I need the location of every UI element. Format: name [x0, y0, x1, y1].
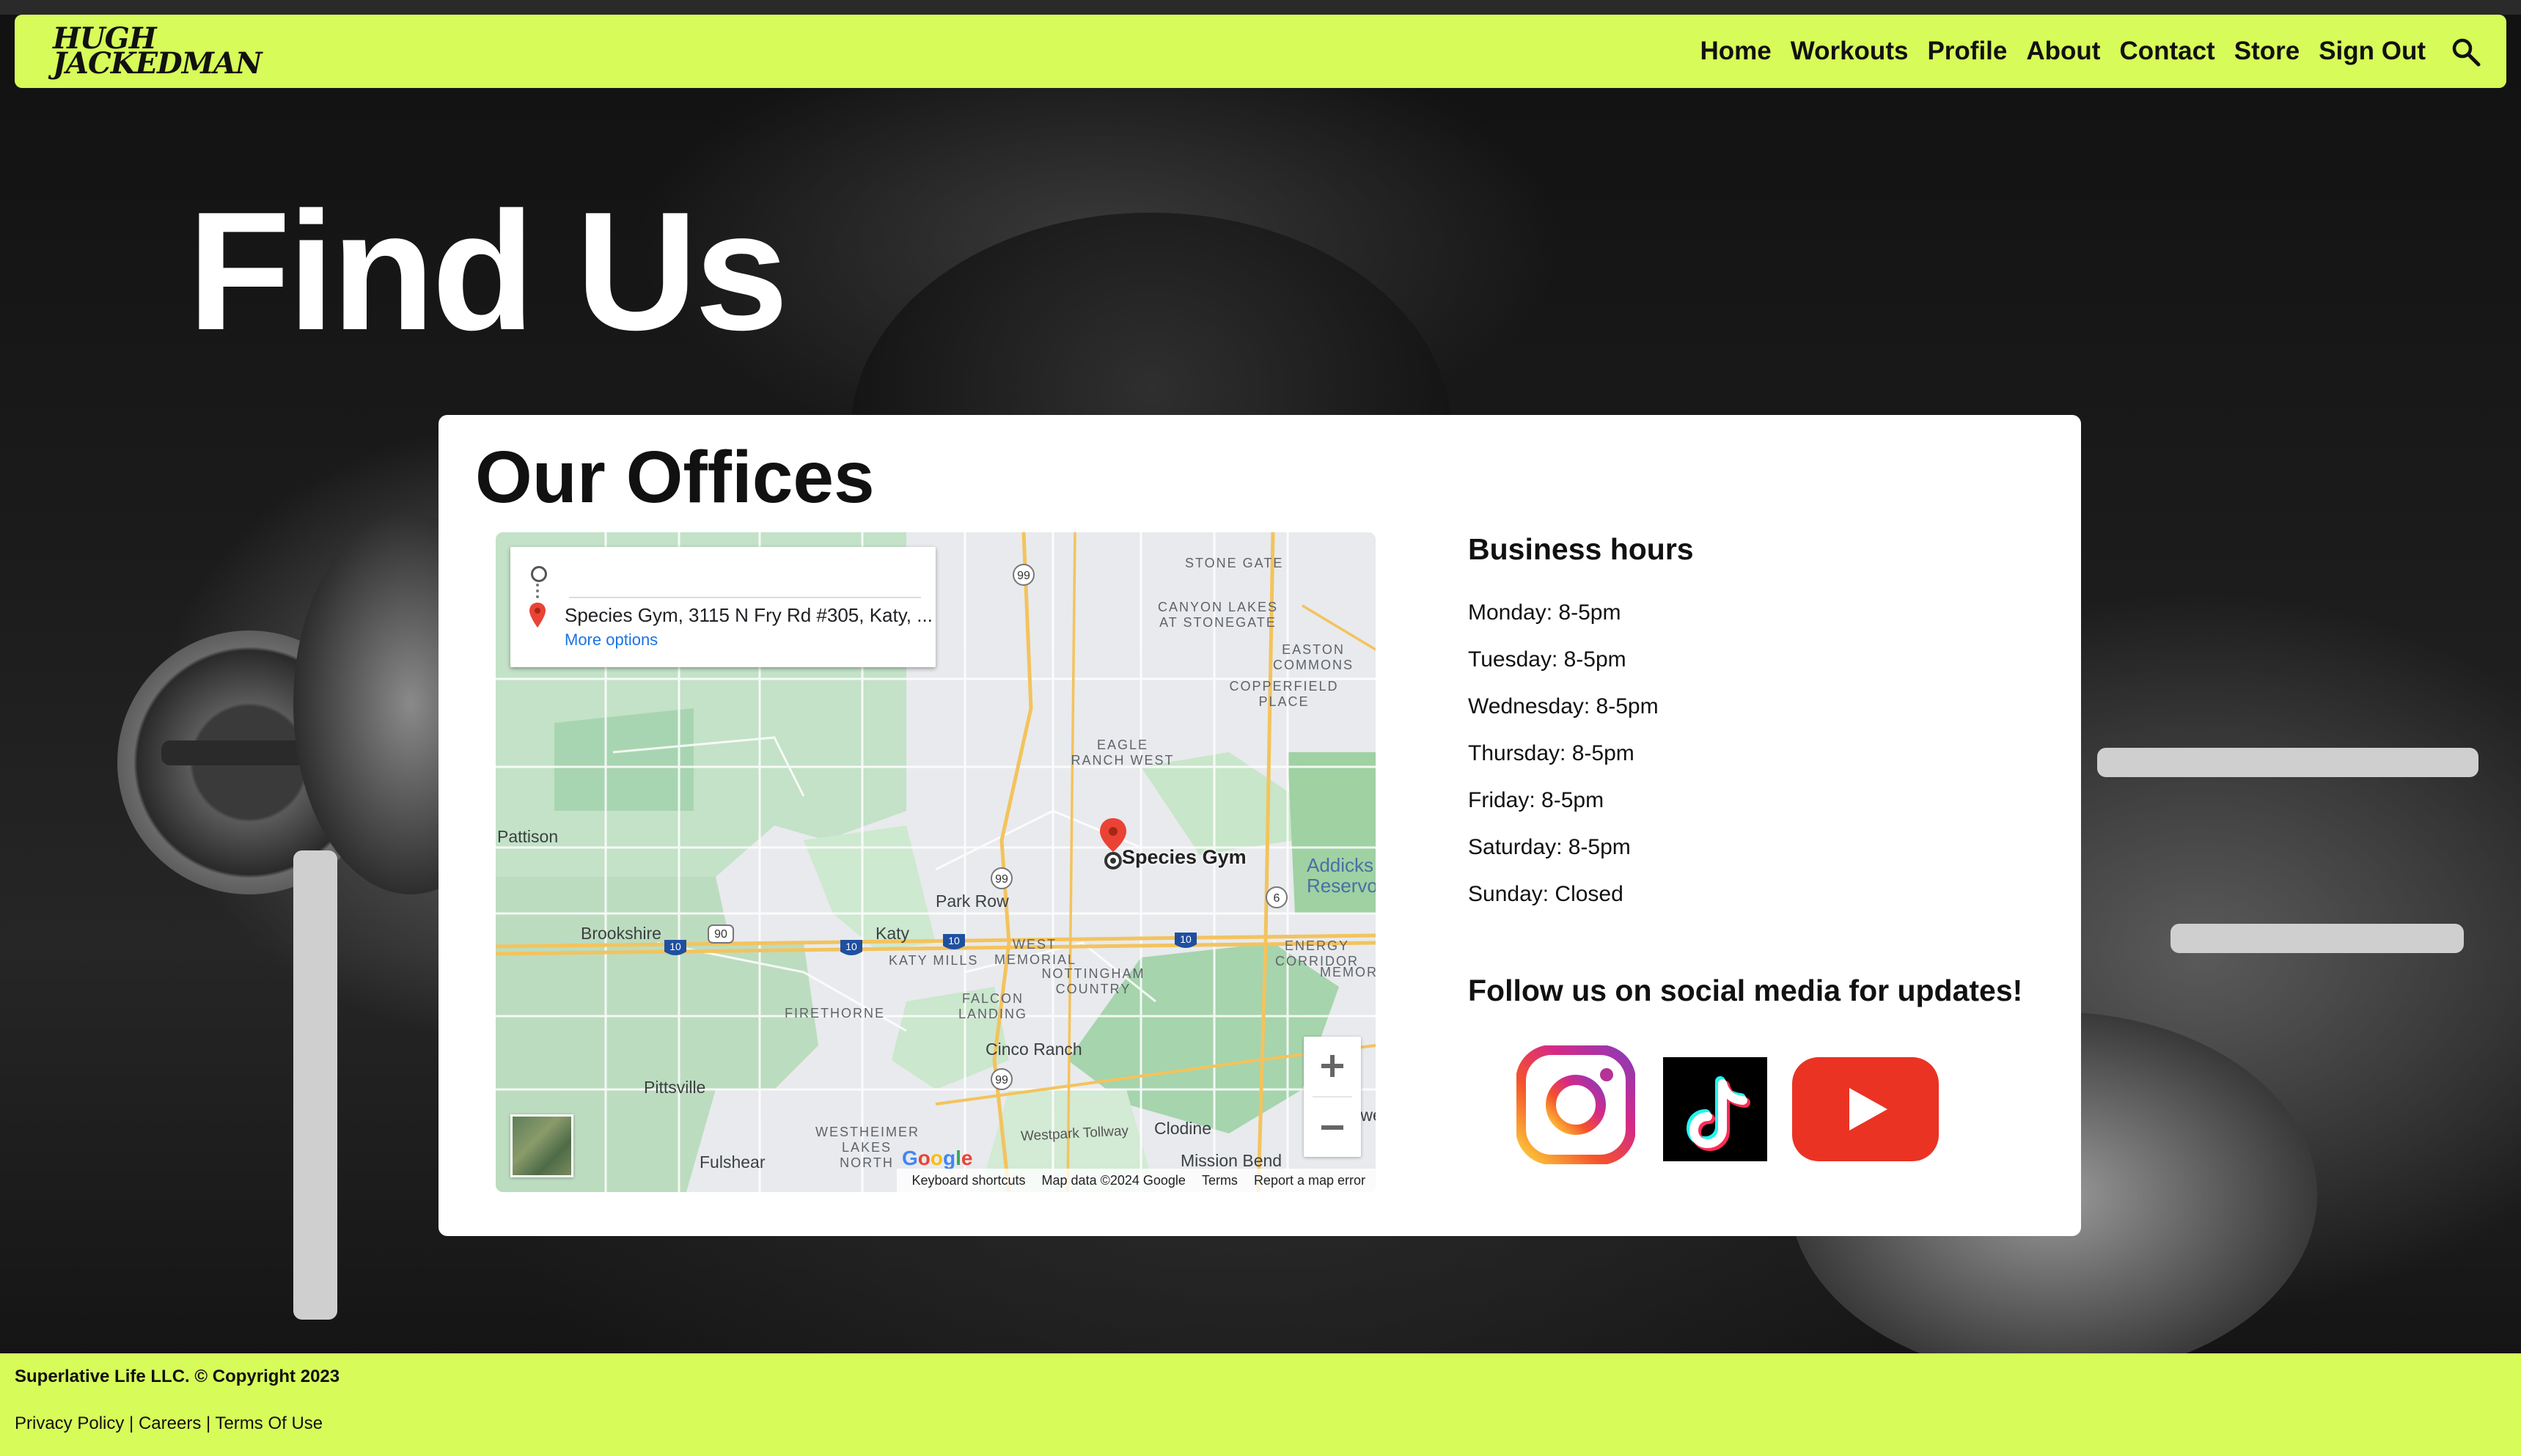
nav-link-home[interactable]: Home	[1700, 37, 1771, 66]
map-label-canyon-lakes: CANYON LAKES AT STONEGATE	[1157, 600, 1279, 630]
map-label-katy: Katy	[876, 924, 910, 943]
offices-card: Our Offices 99 90 10 10 10 10 6 99 99 ST…	[438, 415, 2081, 1236]
svg-text:99: 99	[995, 873, 1008, 886]
svg-text:90: 90	[714, 928, 727, 941]
map-label-copperfield: COPPERFIELD PLACE	[1229, 679, 1339, 709]
svg-text:99: 99	[995, 1074, 1008, 1087]
nav-link-sign-out[interactable]: Sign Out	[2319, 37, 2426, 66]
svg-text:10: 10	[669, 941, 681, 952]
svg-text:10: 10	[845, 941, 857, 952]
top-edge	[0, 0, 2521, 15]
zoom-out-button[interactable]	[1304, 1098, 1361, 1157]
hours-sunday: Sunday: Closed	[1468, 882, 1623, 906]
background-rack-bar-2	[2170, 924, 2464, 953]
nav-link-workouts[interactable]: Workouts	[1791, 37, 1909, 66]
destination-pin-icon	[529, 603, 546, 628]
svg-text:10: 10	[948, 935, 960, 946]
nav-links: Home Workouts Profile About Contact Stor…	[1700, 15, 2426, 88]
instagram-icon[interactable]	[1516, 1045, 1635, 1164]
report-map-error-link[interactable]: Report a map error	[1254, 1173, 1365, 1188]
map-label-katy-mills: KATY MILLS	[889, 953, 979, 968]
logo-line-2: JACKEDMAN	[53, 46, 263, 81]
route-dots-icon	[536, 584, 539, 598]
search-icon[interactable]	[2451, 37, 2481, 67]
footer-separator: |	[201, 1413, 216, 1433]
tiktok-icon[interactable]	[1663, 1057, 1767, 1161]
map-label-pittsville: Pittsville	[644, 1078, 706, 1097]
map-label-pattison: Pattison	[497, 827, 559, 846]
social-title: Follow us on social media for updates!	[1468, 974, 2023, 1007]
business-hours-list: Monday: 8-5pm Tuesday: 8-5pm Wednesday: …	[1468, 600, 1659, 928]
business-hours-title: Business hours	[1468, 532, 1694, 566]
privacy-policy-link[interactable]: Privacy Policy	[15, 1413, 124, 1433]
background-rack-bar-1	[2097, 748, 2478, 777]
map-label-addicks: Addicks Reservoi	[1307, 854, 1376, 897]
map-data-text: Map data ©2024 Google	[1041, 1172, 1186, 1188]
svg-text:10: 10	[1180, 933, 1192, 945]
svg-text:6: 6	[1274, 892, 1280, 905]
satellite-toggle-thumbnail[interactable]	[510, 1114, 573, 1177]
hours-tuesday: Tuesday: 8-5pm	[1468, 647, 1626, 672]
map-label-nottingham: NOTTINGHAM COUNTRY	[1041, 966, 1145, 996]
embedded-map[interactable]: 99 90 10 10 10 10 6 99 99 STONE GATE CAN…	[496, 532, 1376, 1192]
more-options-link[interactable]: More options	[565, 630, 658, 650]
map-terms-link[interactable]: Terms	[1202, 1173, 1238, 1188]
map-label-brookshire: Brookshire	[581, 924, 661, 943]
map-label-clodine: Clodine	[1154, 1119, 1211, 1138]
destination-address[interactable]: Species Gym, 3115 N Fry Rd #305, Katy, .…	[565, 604, 933, 627]
map-pin-label[interactable]: Species Gym	[1122, 846, 1247, 869]
zoom-divider	[1313, 1096, 1352, 1097]
map-label-eagle-ranch: EAGLE RANCH WEST	[1071, 738, 1175, 768]
footer: Superlative Life LLC. © Copyright 2023 P…	[0, 1353, 2521, 1456]
map-label-west-memorial: WEST MEMORIAL	[994, 937, 1077, 967]
nav-link-about[interactable]: About	[2026, 37, 2100, 66]
map-label-fulshear: Fulshear	[700, 1152, 766, 1172]
nav-link-store[interactable]: Store	[2234, 37, 2300, 66]
map-label-easton-commons: EASTON COMMONS	[1273, 642, 1354, 672]
directions-box: Species Gym, 3115 N Fry Rd #305, Katy, .…	[510, 547, 936, 667]
map-label-mission-bend: Mission Bend	[1181, 1151, 1282, 1170]
google-logo: Google	[902, 1147, 973, 1169]
map-zoom-controls	[1304, 1037, 1361, 1157]
map-label-cinco-ranch: Cinco Ranch	[986, 1040, 1082, 1059]
footer-separator: |	[124, 1413, 139, 1433]
plus-icon	[1321, 1055, 1343, 1077]
hours-wednesday: Wednesday: 8-5pm	[1468, 694, 1659, 718]
svg-text:99: 99	[1017, 570, 1030, 582]
map-label-park-row: Park Row	[936, 891, 1009, 911]
terms-of-use-link[interactable]: Terms Of Use	[215, 1413, 323, 1433]
directions-divider	[569, 597, 921, 598]
map-label-falcon-landing: FALCON LANDING	[958, 991, 1027, 1021]
hours-monday: Monday: 8-5pm	[1468, 600, 1621, 625]
hours-saturday: Saturday: 8-5pm	[1468, 835, 1631, 859]
hours-thursday: Thursday: 8-5pm	[1468, 741, 1634, 765]
zoom-in-button[interactable]	[1304, 1037, 1361, 1095]
offices-title: Our Offices	[475, 436, 875, 518]
map-label-stone-gate: STONE GATE	[1185, 556, 1284, 570]
minus-icon	[1321, 1125, 1343, 1130]
brand-logo[interactable]: HUGH JACKEDMAN	[53, 24, 331, 81]
origin-circle-icon	[531, 566, 547, 582]
keyboard-shortcuts-link[interactable]: Keyboard shortcuts	[911, 1173, 1025, 1188]
background-rack-left	[293, 850, 337, 1320]
map-label-memor: MEMOR	[1320, 965, 1376, 979]
careers-link[interactable]: Careers	[139, 1413, 201, 1433]
top-navigation-bar: HUGH JACKEDMAN Home Workouts Profile Abo…	[15, 15, 2506, 88]
page-title: Find Us	[188, 177, 788, 365]
nav-link-contact[interactable]: Contact	[2119, 37, 2214, 66]
map-attribution-bar: Keyboard shortcuts Map data ©2024 Google…	[897, 1169, 1376, 1192]
copyright-text: Superlative Life LLC. © Copyright 2023	[15, 1367, 340, 1386]
footer-links: Privacy Policy | Careers | Terms Of Use	[15, 1413, 323, 1434]
youtube-icon[interactable]	[1792, 1057, 1939, 1161]
map-label-firethorne: FIRETHORNE	[785, 1006, 885, 1021]
hours-friday: Friday: 8-5pm	[1468, 788, 1604, 812]
nav-link-profile[interactable]: Profile	[1927, 37, 2007, 66]
